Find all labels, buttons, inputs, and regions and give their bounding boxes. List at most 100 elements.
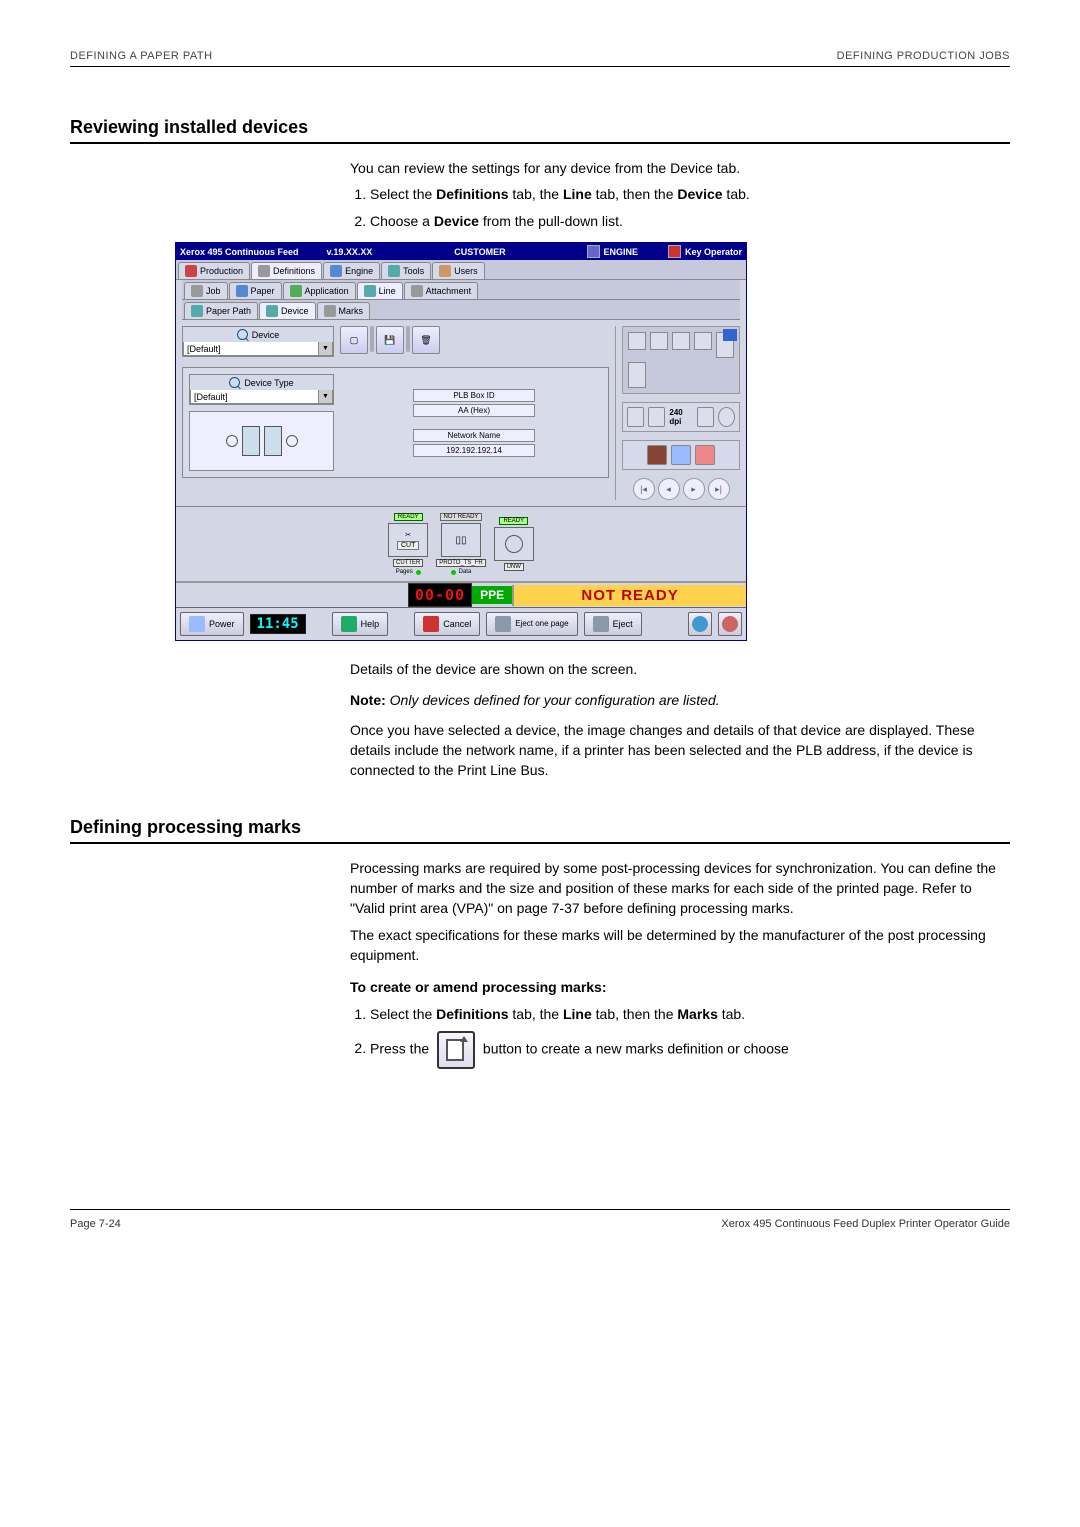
device-type-dropdown-arrow[interactable]: ▼ (319, 390, 333, 404)
new-button[interactable]: ▢ (340, 326, 368, 354)
eject-one-icon (495, 616, 511, 632)
nav-first[interactable]: |◂ (633, 478, 655, 500)
attachment-icon (411, 285, 423, 297)
side-panel: 240 dpi |◂ ◂ ▸ ▸| (615, 326, 740, 500)
zoom-icon[interactable] (648, 407, 665, 427)
help-icon (341, 616, 357, 632)
section2-para2: The exact specifications for these marks… (350, 925, 1010, 966)
engine-icon (587, 245, 600, 258)
save-button[interactable]: 💾 (376, 326, 404, 354)
ppe-badge: PPE (472, 586, 512, 604)
nav-last[interactable]: ▸| (708, 478, 730, 500)
section2-step1: Select the Definitions tab, the Line tab… (370, 1004, 1010, 1025)
production-icon (185, 265, 197, 277)
tab-device[interactable]: Device (259, 302, 316, 319)
header-left: DEFINING A PAPER PATH (70, 50, 213, 62)
paper-icon (236, 285, 248, 297)
app-title: Xerox 495 Continuous Feed (180, 247, 299, 257)
job-icon (191, 285, 203, 297)
search-icon (229, 377, 240, 388)
tabs-mid: Job Paper Application Line Attachment (182, 280, 740, 300)
not-ready-tag: NOT READY (440, 513, 483, 521)
paper-path-icon (191, 305, 203, 317)
network-name-label: Network Name (413, 429, 535, 442)
device-label: Device (252, 330, 280, 340)
section2-para1: Processing marks are required by some po… (350, 858, 1010, 919)
footer-right: Xerox 495 Continuous Feed Duplex Printer… (721, 1218, 1010, 1230)
corner-icon (723, 329, 737, 341)
view-icon[interactable] (627, 407, 644, 427)
bottom-bar: Power 11:45 Help Cancel Eject one page E… (176, 607, 746, 640)
device-type-label: Device Type (244, 378, 293, 388)
power-icon[interactable] (718, 407, 735, 427)
tab-paper-path[interactable]: Paper Path (184, 302, 258, 319)
device-dropdown[interactable] (183, 342, 319, 356)
app-window: Xerox 495 Continuous Feed v.19.XX.XX CUS… (175, 242, 747, 641)
marks-icon (324, 305, 336, 317)
color-row (622, 440, 740, 470)
device-type-panel: Device Type ▼ PLB Box ID AA (Hex) (182, 367, 609, 478)
device-selector: Device ▼ (182, 326, 334, 357)
footer-left: Page 7-24 (70, 1218, 121, 1230)
section1-step2: Choose a Device from the pull-down list. (370, 211, 1010, 232)
eject-icon (593, 616, 609, 632)
tab-marks[interactable]: Marks (317, 302, 371, 319)
tab-paper[interactable]: Paper (229, 282, 282, 299)
plb-value: AA (Hex) (413, 404, 535, 417)
titlebar: Xerox 495 Continuous Feed v.19.XX.XX CUS… (176, 243, 746, 260)
section2-subhead: To create or amend processing marks: (350, 977, 1010, 997)
back-icon (692, 616, 708, 632)
new-icon: ▢ (350, 335, 359, 346)
cancel-button[interactable]: Cancel (414, 612, 480, 636)
separator (370, 326, 374, 352)
engine-indicator: ENGINE (587, 245, 638, 258)
tab-definitions[interactable]: Definitions (251, 262, 322, 279)
ready-tag: READY (394, 513, 423, 521)
nav-next[interactable]: ▸ (683, 478, 705, 500)
key-operator-icon (668, 245, 681, 258)
delete-icon: 🗑 (420, 335, 431, 346)
flow-printer: NOT READY ▯▯ PROTO_TS_FR Data (436, 513, 486, 575)
power-btn-icon (189, 616, 205, 632)
section1-step1: Select the Definitions tab, the Line tab… (370, 184, 1010, 205)
key-operator[interactable]: Key Operator (668, 245, 742, 258)
help-button[interactable]: Help (332, 612, 389, 636)
line-icon (364, 285, 376, 297)
section1-after2: Once you have selected a device, the ima… (350, 720, 1010, 781)
tab-tools[interactable]: Tools (381, 262, 431, 279)
warning-icon[interactable] (695, 445, 715, 465)
nav-prev[interactable]: ◂ (658, 478, 680, 500)
search-icon (237, 329, 248, 340)
users-icon (439, 265, 451, 277)
tab-engine[interactable]: Engine (323, 262, 380, 279)
device-icon (266, 305, 278, 317)
layout-grid[interactable] (622, 326, 740, 394)
tab-job[interactable]: Job (184, 282, 228, 299)
plb-label: PLB Box ID (413, 389, 535, 402)
tab-production[interactable]: Production (178, 262, 250, 279)
back-button[interactable] (688, 612, 712, 636)
eject-button[interactable]: Eject (584, 612, 642, 636)
tag-icon[interactable] (671, 445, 691, 465)
tab-attachment[interactable]: Attachment (404, 282, 479, 299)
engine-tab-icon (330, 265, 342, 277)
tab-line[interactable]: Line (357, 282, 403, 299)
paper-path-flow: READY ✂CUT CUTTER Pages NOT READY ▯▯ PRO… (176, 506, 746, 581)
stop-icon (722, 616, 738, 632)
eject-one-page-button[interactable]: Eject one page (486, 612, 577, 636)
device-type-dropdown[interactable] (190, 390, 319, 404)
delete-button[interactable]: 🗑 (412, 326, 440, 354)
palette-icon[interactable] (647, 445, 667, 465)
stop-button[interactable] (718, 612, 742, 636)
app-customer: CUSTOMER (372, 247, 587, 257)
header-right: DEFINING PRODUCTION JOBS (837, 50, 1010, 62)
tab-application[interactable]: Application (283, 282, 356, 299)
power-button[interactable]: Power (180, 612, 244, 636)
device-dropdown-arrow[interactable]: ▼ (319, 342, 333, 356)
section1-intro: You can review the settings for any devi… (350, 158, 1010, 178)
refresh-icon[interactable] (697, 407, 714, 427)
device-diagram (189, 411, 334, 471)
tab-users[interactable]: Users (432, 262, 485, 279)
application-icon (290, 285, 302, 297)
definitions-icon (258, 265, 270, 277)
